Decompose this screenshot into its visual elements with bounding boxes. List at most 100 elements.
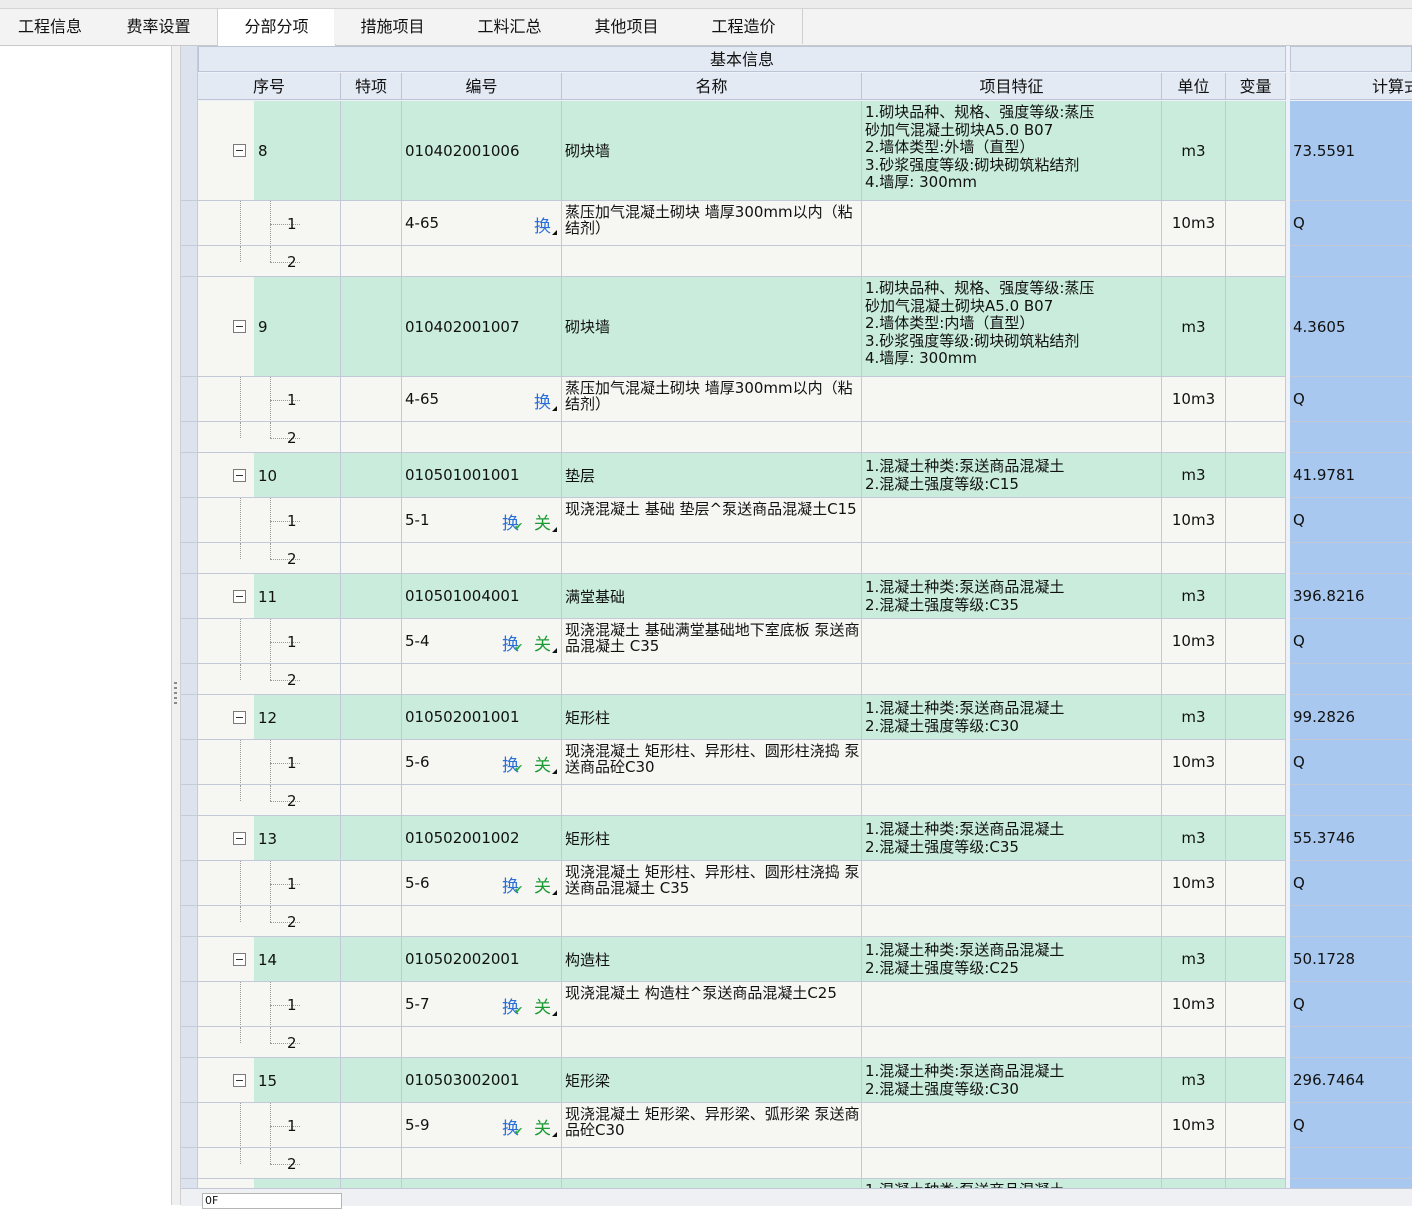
- cell-change[interactable]: [1226, 543, 1286, 574]
- cell-code[interactable]: [402, 664, 562, 695]
- cell-feature[interactable]: [862, 906, 1162, 937]
- tab-4[interactable]: 措施项目: [334, 9, 452, 44]
- table-row-item[interactable]: 13 010502001002 矩形柱 1.混凝土种类:泵送商品混凝土 2.混凝土强度…: [181, 816, 1412, 861]
- cell-special[interactable]: [341, 377, 402, 422]
- cell-unit[interactable]: 10m3: [1162, 982, 1226, 1027]
- col-header-name[interactable]: 名称: [562, 73, 862, 100]
- cell-name[interactable]: 现浇混凝土 矩形柱、异形柱、圆形柱浇捣 泵送商品砼C30: [562, 740, 862, 785]
- cell-special[interactable]: [341, 277, 402, 377]
- col-header-seq[interactable]: 序号: [198, 73, 341, 100]
- cell-calc[interactable]: Q: [1290, 982, 1412, 1027]
- cell-code[interactable]: 010502002001: [402, 937, 562, 982]
- cell-seq[interactable]: 13: [198, 816, 341, 861]
- cell-unit[interactable]: m3: [1162, 574, 1226, 619]
- table-row-quota[interactable]: 1 5-7 换 ✔ 关现浇混凝土 构造柱^泵送商品混凝土C25 10m3 Q: [181, 982, 1412, 1027]
- cell-code[interactable]: 010501001001: [402, 453, 562, 498]
- cell-feature[interactable]: 1.混凝土种类:泵送商品混凝土 2.混凝土强度等级:C35: [862, 574, 1162, 619]
- cell-seq[interactable]: 15: [198, 1058, 341, 1103]
- cell-name[interactable]: 蒸压加气混凝土砌块 墙厚300mm以内（粘结剂）: [562, 201, 862, 246]
- cell-change[interactable]: [1226, 816, 1286, 861]
- cell-calc[interactable]: 4.3605: [1290, 277, 1412, 377]
- cell-code[interactable]: 4-65 换: [402, 201, 562, 246]
- table-row-empty[interactable]: 2: [181, 906, 1412, 937]
- cell-seq[interactable]: 2: [198, 664, 341, 695]
- link-icon[interactable]: 关: [534, 509, 551, 534]
- cell-unit[interactable]: [1162, 1148, 1226, 1179]
- cell-unit[interactable]: [1162, 664, 1226, 695]
- cell-code[interactable]: 5-4 换 ✔ 关: [402, 619, 562, 664]
- table-row-quota[interactable]: 1 5-6 换 ✔ 关现浇混凝土 矩形柱、异形柱、圆形柱浇捣 泵送商品混凝土 C35 10…: [181, 861, 1412, 906]
- cell-unit[interactable]: m3: [1162, 453, 1226, 498]
- cell-calc[interactable]: Q: [1290, 740, 1412, 785]
- cell-name[interactable]: 现浇混凝土 基础 垫层^泵送商品混凝土C15: [562, 498, 862, 543]
- cell-code[interactable]: [402, 246, 562, 277]
- cell-feature[interactable]: [862, 1103, 1162, 1148]
- cell-unit[interactable]: m3: [1162, 1058, 1226, 1103]
- cell-special[interactable]: [341, 906, 402, 937]
- cell-feature[interactable]: 1.砌块品种、规格、强度等级:蒸压 砂加气混凝土砌块A5.0 B07 2.墙体类…: [862, 101, 1162, 201]
- cell-code[interactable]: 010402001006: [402, 101, 562, 201]
- cell-name[interactable]: 砌块墙: [562, 101, 862, 201]
- collapse-toggle-icon[interactable]: [233, 144, 246, 157]
- cell-feature[interactable]: [862, 498, 1162, 543]
- cell-code[interactable]: 5-6 换 ✔ 关: [402, 861, 562, 906]
- cell-unit[interactable]: m3: [1162, 277, 1226, 377]
- cell-feature[interactable]: 1.混凝土种类:泵送商品混凝土 2.混凝土强度等级:C15: [862, 453, 1162, 498]
- cell-seq[interactable]: 2: [198, 1148, 341, 1179]
- cell-feature[interactable]: [862, 246, 1162, 277]
- left-tree-panel[interactable]: [0, 46, 172, 1205]
- cell-change[interactable]: [1226, 574, 1286, 619]
- cell-calc[interactable]: Q: [1290, 377, 1412, 422]
- cell-seq[interactable]: 1: [198, 861, 341, 906]
- cell-feature[interactable]: [862, 740, 1162, 785]
- cell-calc[interactable]: 50.1728: [1290, 937, 1412, 982]
- cell-calc[interactable]: [1290, 422, 1412, 453]
- cell-special[interactable]: [341, 937, 402, 982]
- cell-name[interactable]: 现浇混凝土 矩形梁、异形梁、弧形梁 泵送商品砼C30: [562, 1103, 862, 1148]
- cell-special[interactable]: [341, 201, 402, 246]
- table-row-quota[interactable]: 1 4-65 换蒸压加气混凝土砌块 墙厚300mm以内（粘结剂） 10m3 Q: [181, 201, 1412, 246]
- cell-unit[interactable]: 10m3: [1162, 619, 1226, 664]
- bill-grid[interactable]: 基本信息 序号 特项 编号 名称 项目特征 单位 变量 计算式 8 0104020…: [181, 46, 1412, 1205]
- cell-seq[interactable]: 10: [198, 453, 341, 498]
- col-header-code[interactable]: 编号: [402, 73, 562, 100]
- cell-name[interactable]: [562, 1148, 862, 1179]
- collapse-toggle-icon[interactable]: [233, 320, 246, 333]
- cell-name[interactable]: [562, 906, 862, 937]
- cell-seq[interactable]: 2: [198, 543, 341, 574]
- table-row-item[interactable]: 8 010402001006 砌块墙 1.砌块品种、规格、强度等级:蒸压 砂加气混凝土…: [181, 101, 1412, 201]
- cell-seq[interactable]: 1: [198, 377, 341, 422]
- cell-feature[interactable]: [862, 377, 1162, 422]
- cell-name[interactable]: [562, 246, 862, 277]
- cell-code[interactable]: 010502001002: [402, 816, 562, 861]
- cell-seq[interactable]: 2: [198, 906, 341, 937]
- cell-change[interactable]: [1226, 906, 1286, 937]
- cell-feature[interactable]: [862, 422, 1162, 453]
- table-row-item[interactable]: 10 010501001001 垫层 1.混凝土种类:泵送商品混凝土 2.混凝土强度等…: [181, 453, 1412, 498]
- cell-seq[interactable]: 1: [198, 1103, 341, 1148]
- link-icon[interactable]: 关: [534, 630, 551, 655]
- col-header-calc[interactable]: 计算式: [1290, 73, 1412, 100]
- cell-code[interactable]: [402, 906, 562, 937]
- cell-code[interactable]: 5-9 换 ✔ 关: [402, 1103, 562, 1148]
- cell-name[interactable]: 矩形梁: [562, 1058, 862, 1103]
- table-row-empty[interactable]: 2: [181, 785, 1412, 816]
- cell-special[interactable]: [341, 664, 402, 695]
- cell-change[interactable]: [1226, 664, 1286, 695]
- tab-5[interactable]: 工料汇总: [451, 9, 569, 44]
- table-row-item[interactable]: 11 010501004001 满堂基础 1.混凝土种类:泵送商品混凝土 2.混凝土强…: [181, 574, 1412, 619]
- cell-change[interactable]: [1226, 1027, 1286, 1058]
- table-row-empty[interactable]: 2: [181, 1027, 1412, 1058]
- cell-seq[interactable]: 2: [198, 785, 341, 816]
- tab-3[interactable]: 分部分项: [217, 9, 336, 46]
- cell-calc[interactable]: [1290, 1027, 1412, 1058]
- cell-special[interactable]: [341, 574, 402, 619]
- bottom-input-field[interactable]: 0F: [202, 1193, 342, 1209]
- cell-unit[interactable]: m3: [1162, 101, 1226, 201]
- cell-name[interactable]: [562, 1027, 862, 1058]
- cell-special[interactable]: [341, 982, 402, 1027]
- cell-calc[interactable]: 73.5591: [1290, 101, 1412, 201]
- table-row-quota[interactable]: 1 5-9 换 ✔ 关现浇混凝土 矩形梁、异形梁、弧形梁 泵送商品砼C30 10m3 Q: [181, 1103, 1412, 1148]
- cell-name[interactable]: [562, 543, 862, 574]
- cell-code[interactable]: 4-65 换: [402, 377, 562, 422]
